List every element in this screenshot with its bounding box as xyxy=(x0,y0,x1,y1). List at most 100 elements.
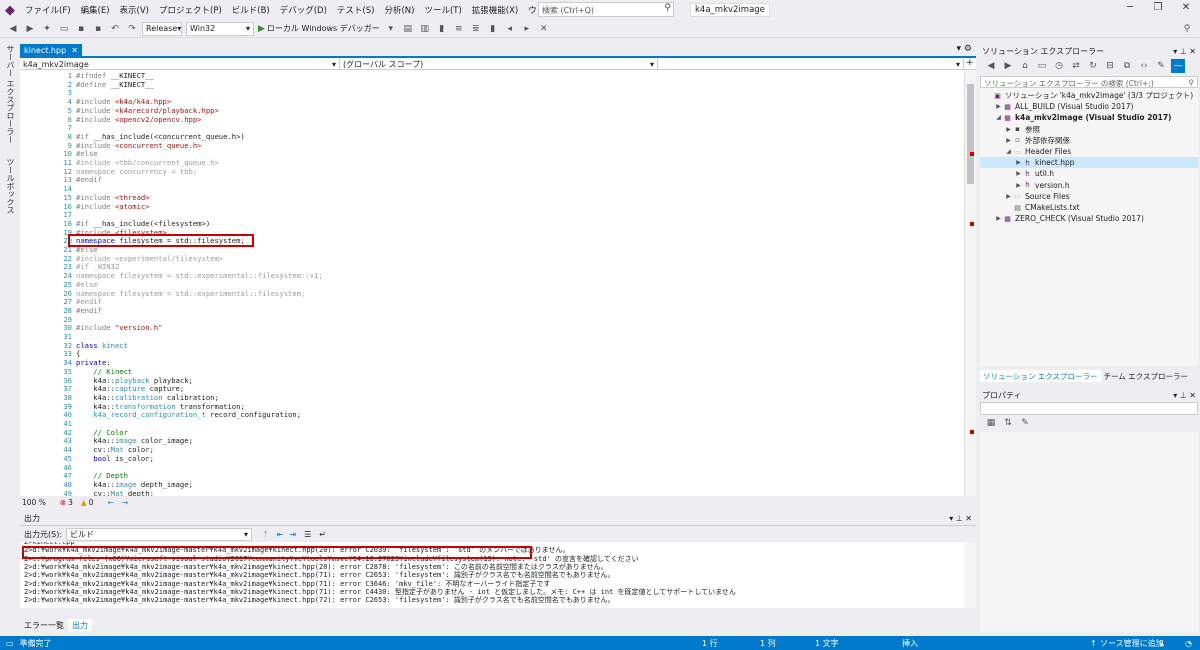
save-icon[interactable]: ▪ xyxy=(74,22,88,36)
alphabetical-icon[interactable]: ⇅ xyxy=(1001,416,1015,430)
close-button[interactable]: ✕ xyxy=(1176,2,1196,17)
home-icon[interactable]: ⌂ xyxy=(1018,59,1032,73)
panel-options-icon[interactable]: ▾ ⊥ ✕ xyxy=(949,514,972,523)
output-line[interactable]: 2>d:¥work¥k4a_mkv2image¥k4a_mkv2image-ma… xyxy=(24,580,550,588)
tree-item[interactable]: ▶ h kinect.hpp xyxy=(980,157,1198,169)
panel-options-icon[interactable]: ▾ ⊥ ✕ xyxy=(1173,391,1196,400)
error-marker[interactable] xyxy=(970,430,974,434)
menu-item[interactable]: デバッグ(D) xyxy=(275,4,332,16)
error-marker[interactable] xyxy=(970,152,974,156)
menu-item[interactable]: ファイル(F) xyxy=(20,4,76,16)
configuration-select[interactable]: Release ▾ xyxy=(142,21,182,36)
bookmark-icon[interactable]: ▮ xyxy=(486,22,500,36)
output-line[interactable]: 2>d:¥work¥k4a_mkv2image¥k4a_mkv2image-ma… xyxy=(24,596,615,604)
code-line[interactable]: namespace filesystem = std::experimental… xyxy=(76,271,323,281)
output-vertical-scrollbar[interactable] xyxy=(964,542,976,608)
tab-list-dropdown-icon[interactable]: ▾ ⚙ xyxy=(957,44,972,54)
code-line[interactable]: #define __KINECT__ xyxy=(76,80,154,90)
menu-item[interactable]: テスト(S) xyxy=(332,4,380,16)
new-project-icon[interactable]: ✦ xyxy=(40,22,54,36)
clear-all-icon[interactable]: ☰ xyxy=(304,530,311,539)
visual-studio-logo-icon[interactable]: ◆ xyxy=(0,0,20,20)
output-line[interactable]: 2>d:¥work¥k4a_mkv2image¥k4a_mkv2image-ma… xyxy=(24,563,608,571)
back-icon[interactable]: ◀ xyxy=(984,59,998,73)
scope-dropdown[interactable]: (グローバル スコープ) ▾ xyxy=(340,58,658,70)
output-text-area[interactable]: 2>kinect.cpp 2>d:¥work¥k4a_mkv2image¥k4a_… xyxy=(20,542,964,608)
menu-item[interactable]: プロジェクト(P) xyxy=(154,4,227,16)
menu-item[interactable]: ビルド(B) xyxy=(227,4,275,16)
collapsed-arrow-icon[interactable]: ▶ xyxy=(1014,170,1023,177)
uncomment-icon[interactable]: ≣ xyxy=(469,22,483,36)
warning-count[interactable]: 0 xyxy=(89,498,94,507)
project-dropdown[interactable]: k4a_mkv2image ▾ xyxy=(20,58,340,70)
output-source-select[interactable]: ビルド ▾ xyxy=(66,527,253,541)
collapsed-arrow-icon[interactable]: ▶ xyxy=(1014,182,1023,189)
run-icon[interactable]: ▶ xyxy=(258,24,265,34)
word-wrap-icon[interactable]: ↵ xyxy=(319,530,326,539)
code-line[interactable]: #include <atomic> xyxy=(76,202,150,212)
output-line[interactable]: 2>d:¥work¥k4a_mkv2image¥k4a_mkv2image-ma… xyxy=(24,571,615,579)
minimize-button[interactable]: ─ xyxy=(1120,2,1140,17)
next-message-icon[interactable]: ⇥ xyxy=(289,530,296,539)
code-line[interactable]: namespace filesystem = std::experimental… xyxy=(76,289,305,299)
collapse-all-icon[interactable]: ⊟ xyxy=(1103,59,1117,73)
previous-message-icon[interactable]: ⇤ xyxy=(277,530,284,539)
tree-item[interactable]: ▤ CMakeLists.txt xyxy=(980,202,1198,213)
split-icon[interactable]: + xyxy=(964,58,974,69)
run-debugger-button[interactable]: ローカル Windows デバッガー xyxy=(267,23,380,34)
tree-item[interactable]: ◢ ▭ Header Files xyxy=(980,146,1198,157)
find-message-icon[interactable]: ⇡ xyxy=(262,530,269,539)
properties-icon[interactable]: ✎ xyxy=(1154,59,1168,73)
collapsed-arrow-icon[interactable]: ▶ xyxy=(994,103,1003,110)
solution-explorer-search-input[interactable]: ソリューション エクスプローラー の検索 (Ctrl+;) ⚲ xyxy=(980,76,1198,88)
previous-bookmark-icon[interactable]: ◂ xyxy=(503,22,517,36)
preview-icon[interactable]: — xyxy=(1171,59,1185,73)
refresh-icon[interactable]: ↻ xyxy=(1086,59,1100,73)
menu-item[interactable]: 表示(V) xyxy=(115,4,154,16)
zoom-level[interactable]: 100 % xyxy=(22,498,46,507)
toolbox-tab[interactable]: ツールボックス xyxy=(3,155,18,217)
collapsed-arrow-icon[interactable]: ▶ xyxy=(1004,193,1013,200)
switch-views-icon[interactable]: ▭ xyxy=(1035,59,1049,73)
code-line[interactable]: #include "version.h" xyxy=(76,323,163,333)
tree-item[interactable]: ▶ h util.h xyxy=(980,168,1198,179)
code-line[interactable]: class kinect xyxy=(76,341,128,351)
tree-item[interactable]: ◢ ▦ k4a_mkv2image (Visual Studio 2017) xyxy=(980,112,1198,123)
forward-icon[interactable]: ▶ xyxy=(23,22,37,36)
tree-item[interactable]: ▶ ▭ Source Files xyxy=(980,191,1198,202)
code-editor[interactable]: 1 2 3 4 5 6 7 8 9 10 11 12 13 14 15 16 17 18 19 20 21 22 23 24 2… xyxy=(20,70,964,496)
error-count[interactable]: 3 xyxy=(68,498,73,507)
tree-item[interactable]: ▶ ▦ ZERO_CHECK (Visual Studio 2017) xyxy=(980,213,1198,224)
menu-item[interactable]: 分析(N) xyxy=(379,4,419,16)
add-to-source-control-button[interactable]: ソース管理に追加 xyxy=(1100,638,1164,649)
clear-bookmarks-icon[interactable]: ✕ xyxy=(537,22,551,36)
comment-icon[interactable]: ≡ xyxy=(452,22,466,36)
categorized-icon[interactable]: ▦ xyxy=(984,416,998,430)
error-marker[interactable] xyxy=(970,222,974,226)
redo-icon[interactable]: ↷ xyxy=(125,22,139,36)
tree-item[interactable]: ▶ h version.h xyxy=(980,180,1198,191)
code-line[interactable]: #endif xyxy=(76,176,102,185)
tree-item[interactable]: ▶ ▫ 外部依存関係 xyxy=(980,135,1198,146)
property-pages-icon[interactable]: ✎ xyxy=(1018,416,1032,430)
sync-icon[interactable]: ⇄ xyxy=(1069,59,1083,73)
pending-changes-icon[interactable]: ◷ xyxy=(1052,59,1066,73)
server-explorer-tab[interactable]: サーバー エクスプローラー xyxy=(3,42,18,147)
live-share-icon[interactable]: ⚲ xyxy=(1180,22,1194,36)
code-line[interactable]: #include <opencv2/opencv.hpp> xyxy=(76,115,202,125)
collapsed-arrow-icon[interactable]: ▶ xyxy=(994,215,1003,222)
code-line[interactable]: k4a_record_configuration_t record_config… xyxy=(76,410,301,420)
search-icon[interactable]: ⚲ xyxy=(664,3,671,13)
collapsed-arrow-icon[interactable]: ▶ xyxy=(1014,159,1023,166)
code-line[interactable]: #endif xyxy=(76,306,102,316)
properties-object-select[interactable] xyxy=(980,402,1198,415)
tool-icon[interactable]: ▥ xyxy=(418,22,432,36)
collapsed-arrow-icon[interactable]: ▶ xyxy=(1004,137,1013,144)
menu-item[interactable]: ツール(T) xyxy=(419,4,466,16)
tab-team-explorer[interactable]: チーム エクスプローラー xyxy=(1101,370,1191,382)
notifications-icon[interactable]: ◔ xyxy=(1185,639,1192,648)
tool-icon[interactable]: ▤ xyxy=(401,22,415,36)
member-dropdown[interactable]: ▾ xyxy=(658,58,964,70)
forward-icon[interactable]: ▶ xyxy=(1001,59,1015,73)
show-all-files-icon[interactable]: ⧉ xyxy=(1120,59,1134,73)
